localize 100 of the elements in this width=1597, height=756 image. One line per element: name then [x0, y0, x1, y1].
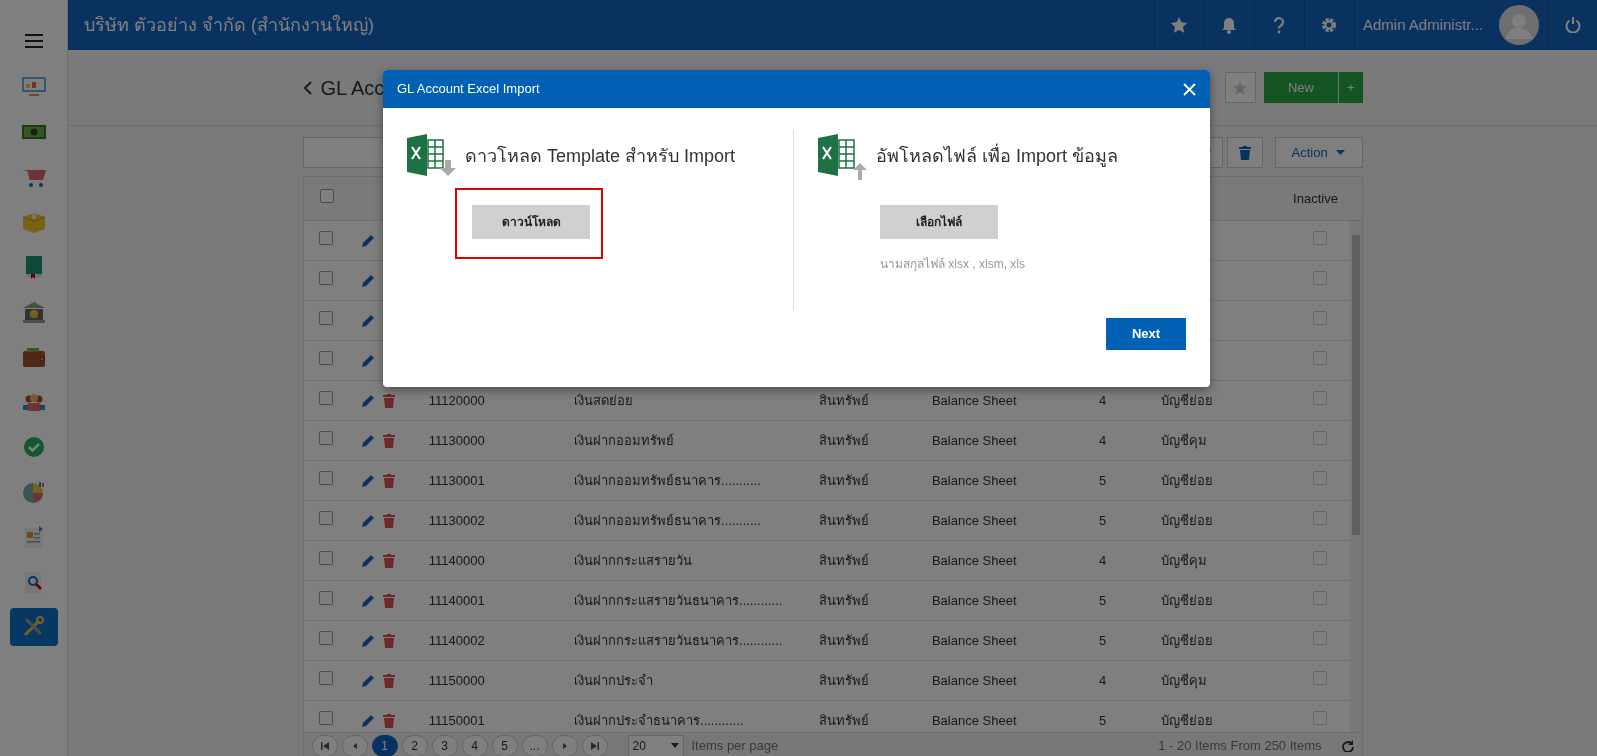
bank-icon — [20, 300, 47, 324]
pencil-icon[interactable] — [361, 353, 376, 368]
trash-icon[interactable] — [383, 633, 396, 648]
account-code: 11130000 — [428, 432, 485, 448]
pencil-icon[interactable] — [361, 393, 376, 408]
account-name: เงินฝากประจำ — [574, 672, 653, 688]
avatar-icon[interactable] — [1499, 5, 1539, 45]
page-button[interactable]: ... — [521, 734, 548, 756]
trash-icon[interactable] — [383, 553, 396, 568]
bell-icon[interactable] — [1220, 16, 1239, 34]
pencil-icon[interactable] — [361, 433, 376, 448]
add-button[interactable]: + — [1337, 72, 1363, 103]
next-page-button[interactable] — [551, 734, 578, 756]
row-checkbox[interactable] — [319, 470, 334, 485]
first-page-button[interactable] — [311, 734, 338, 756]
pencil-icon[interactable] — [361, 233, 376, 248]
back-chevron-icon[interactable] — [302, 80, 313, 95]
row-checkbox[interactable] — [319, 270, 334, 285]
account-kind: บัญชีย่อย — [1160, 712, 1213, 728]
select-all-checkbox[interactable] — [319, 188, 334, 203]
trash-icon[interactable] — [383, 433, 396, 448]
account-type: สินทรัพย์ — [818, 592, 869, 608]
pencil-icon[interactable] — [361, 513, 376, 528]
scrollbar[interactable] — [1349, 221, 1362, 732]
page-title: GL Acc — [320, 75, 385, 101]
file-type-hint: นามสกุลไฟล์ xlsx , xlsm, xls — [880, 256, 1026, 273]
action-dropdown[interactable]: Action — [1274, 137, 1363, 168]
account-code: 11140001 — [428, 592, 485, 608]
page-size-dropdown[interactable]: 20 — [627, 734, 684, 756]
account-name: เงินสดย่อย — [574, 392, 633, 408]
section-heading: ดาวโหลด Template สำหรับ Import — [465, 144, 736, 168]
trash-icon[interactable] — [383, 593, 396, 608]
account-code: 11140000 — [428, 552, 485, 568]
account-kind: บัญชีคุม — [1160, 672, 1207, 688]
menu-icon[interactable] — [24, 34, 43, 48]
next-button[interactable]: Next — [1106, 318, 1186, 350]
row-checkbox[interactable] — [319, 590, 334, 605]
new-button[interactable]: New — [1263, 72, 1338, 103]
row-checkbox[interactable] — [319, 630, 334, 645]
pencil-icon[interactable] — [361, 553, 376, 568]
choose-file-button[interactable]: เลือกไฟล์ — [880, 205, 998, 239]
delete-button[interactable] — [1226, 137, 1263, 168]
caret-icon — [1335, 150, 1345, 155]
account-type: สินทรัพย์ — [818, 432, 869, 448]
close-icon[interactable] — [1183, 82, 1196, 96]
account-level: 4 — [1099, 432, 1107, 448]
refresh-icon[interactable] — [1341, 739, 1354, 752]
statement-type: Balance Sheet — [931, 632, 1017, 648]
power-icon[interactable] — [1564, 17, 1581, 33]
pencil-icon[interactable] — [361, 713, 376, 728]
page-button[interactable]: 2 — [401, 734, 428, 756]
row-checkbox[interactable] — [319, 350, 334, 365]
download-button[interactable]: ดาวน์โหลด — [472, 205, 590, 239]
pencil-icon[interactable] — [361, 273, 376, 288]
sidebar-item[interactable] — [9, 608, 58, 646]
user-name[interactable]: Admin Administr... — [1362, 13, 1483, 37]
account-code: 11150000 — [428, 672, 485, 688]
statement-type: Balance Sheet — [931, 672, 1017, 688]
account-code: 11140002 — [428, 632, 485, 648]
row-checkbox[interactable] — [319, 390, 334, 405]
last-page-button[interactable] — [581, 734, 608, 756]
previous-page-button[interactable] — [341, 734, 368, 756]
pencil-icon[interactable] — [361, 313, 376, 328]
account-name: เงินฝากกระแสรายวันธนาคาร............ — [574, 632, 783, 648]
account-name: เงินฝากกระแสรายวันธนาคาร............ — [574, 592, 783, 608]
account-level: 4 — [1099, 392, 1107, 408]
trash-icon[interactable] — [383, 393, 396, 408]
row-checkbox[interactable] — [319, 310, 334, 325]
account-kind: บัญชีย่อย — [1160, 592, 1213, 608]
pencil-icon[interactable] — [361, 673, 376, 688]
trash-icon[interactable] — [383, 673, 396, 688]
trash-icon[interactable] — [383, 473, 396, 488]
account-kind: บัญชีย่อย — [1160, 392, 1213, 408]
page-button[interactable]: 1 — [371, 734, 398, 756]
row-checkbox[interactable] — [319, 550, 334, 565]
trash-icon[interactable] — [383, 713, 396, 728]
row-checkbox[interactable] — [319, 230, 334, 245]
account-level: 5 — [1099, 512, 1107, 528]
row-checkbox[interactable] — [319, 510, 334, 525]
page-button[interactable]: 5 — [491, 734, 518, 756]
account-level: 5 — [1099, 592, 1107, 608]
page-button[interactable]: 4 — [461, 734, 488, 756]
row-checkbox[interactable] — [319, 670, 334, 685]
row-checkbox[interactable] — [319, 430, 334, 445]
spreadsheet-upload-icon — [818, 132, 868, 180]
favorite-button[interactable] — [1224, 72, 1256, 103]
settings-icon[interactable] — [1320, 16, 1339, 34]
star-icon[interactable] — [1170, 16, 1189, 34]
pencil-icon[interactable] — [361, 593, 376, 608]
section-heading: อัพโหลดไฟล์ เพื่อ Import ข้อมูล — [876, 142, 1118, 169]
account-name: เงินฝากออมทรัพย์ — [574, 432, 674, 448]
account-kind: บัญชีย่อย — [1160, 512, 1213, 528]
pencil-icon[interactable] — [361, 633, 376, 648]
account-level: 5 — [1099, 712, 1107, 728]
trash-icon[interactable] — [383, 513, 396, 528]
row-checkbox[interactable] — [319, 710, 334, 725]
account-level: 5 — [1099, 472, 1107, 488]
page-button[interactable]: 3 — [431, 734, 458, 756]
pencil-icon[interactable] — [361, 473, 376, 488]
box-icon — [20, 210, 47, 234]
